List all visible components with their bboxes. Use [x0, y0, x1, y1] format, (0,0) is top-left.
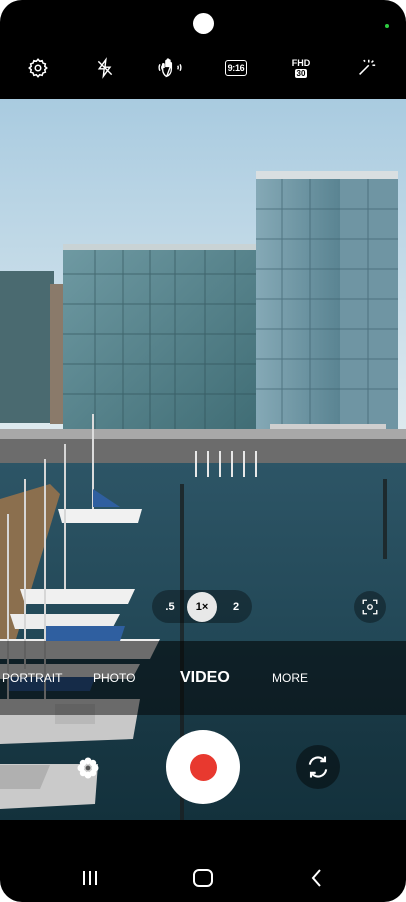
- resolution-button[interactable]: FHD 30: [281, 45, 321, 91]
- back-button[interactable]: [297, 860, 337, 896]
- zoom-option-2x[interactable]: 2: [226, 590, 246, 623]
- record-button[interactable]: [166, 730, 240, 804]
- aspect-ratio-label: 9:16: [225, 60, 247, 76]
- flower-icon: [77, 757, 99, 779]
- shaking-hand-icon: [158, 58, 182, 78]
- mode-photo[interactable]: PHOTO: [93, 641, 135, 715]
- focus-toggle-button[interactable]: [354, 591, 386, 623]
- fps-label: 30: [294, 69, 308, 78]
- flash-off-icon: [97, 57, 113, 79]
- mode-video[interactable]: VIDEO: [180, 641, 230, 715]
- resolution-label: FHD: [291, 58, 311, 68]
- resolution-indicator: FHD 30: [291, 58, 311, 78]
- flash-button[interactable]: [85, 45, 125, 91]
- gear-icon: [28, 58, 48, 78]
- home-icon: [193, 869, 213, 887]
- camera-app: 9:16 FHD 30 .5 1× 2 PORTRAIT PHOTO VIDEO…: [0, 0, 406, 902]
- zoom-option-half[interactable]: .5: [160, 590, 180, 623]
- camera-mode-bar: PORTRAIT PHOTO VIDEO MORE: [0, 641, 406, 715]
- front-camera-cutout: [193, 13, 214, 34]
- home-button[interactable]: [183, 860, 223, 896]
- mode-more[interactable]: MORE: [272, 641, 308, 715]
- recents-button[interactable]: [70, 860, 110, 896]
- system-navigation-bar: [0, 830, 406, 902]
- zoom-selector: .5 1× 2: [152, 590, 252, 623]
- zoom-option-1x[interactable]: 1×: [187, 592, 217, 622]
- record-icon: [189, 753, 217, 781]
- camera-top-bar: 9:16 FHD 30: [0, 45, 406, 91]
- focus-target-icon: [362, 599, 378, 615]
- magic-wand-icon: [359, 59, 376, 75]
- switch-camera-icon: [308, 756, 328, 778]
- camera-in-use-indicator: [385, 24, 389, 28]
- mode-portrait[interactable]: PORTRAIT: [2, 641, 62, 715]
- filters-button[interactable]: [346, 45, 386, 91]
- settings-button[interactable]: [18, 45, 58, 91]
- effects-button[interactable]: [70, 750, 106, 786]
- stabilization-button[interactable]: [150, 45, 190, 91]
- aspect-ratio-button[interactable]: 9:16: [216, 45, 256, 91]
- recents-icon: [83, 871, 97, 885]
- switch-camera-button[interactable]: [296, 745, 340, 789]
- back-icon: [311, 869, 321, 887]
